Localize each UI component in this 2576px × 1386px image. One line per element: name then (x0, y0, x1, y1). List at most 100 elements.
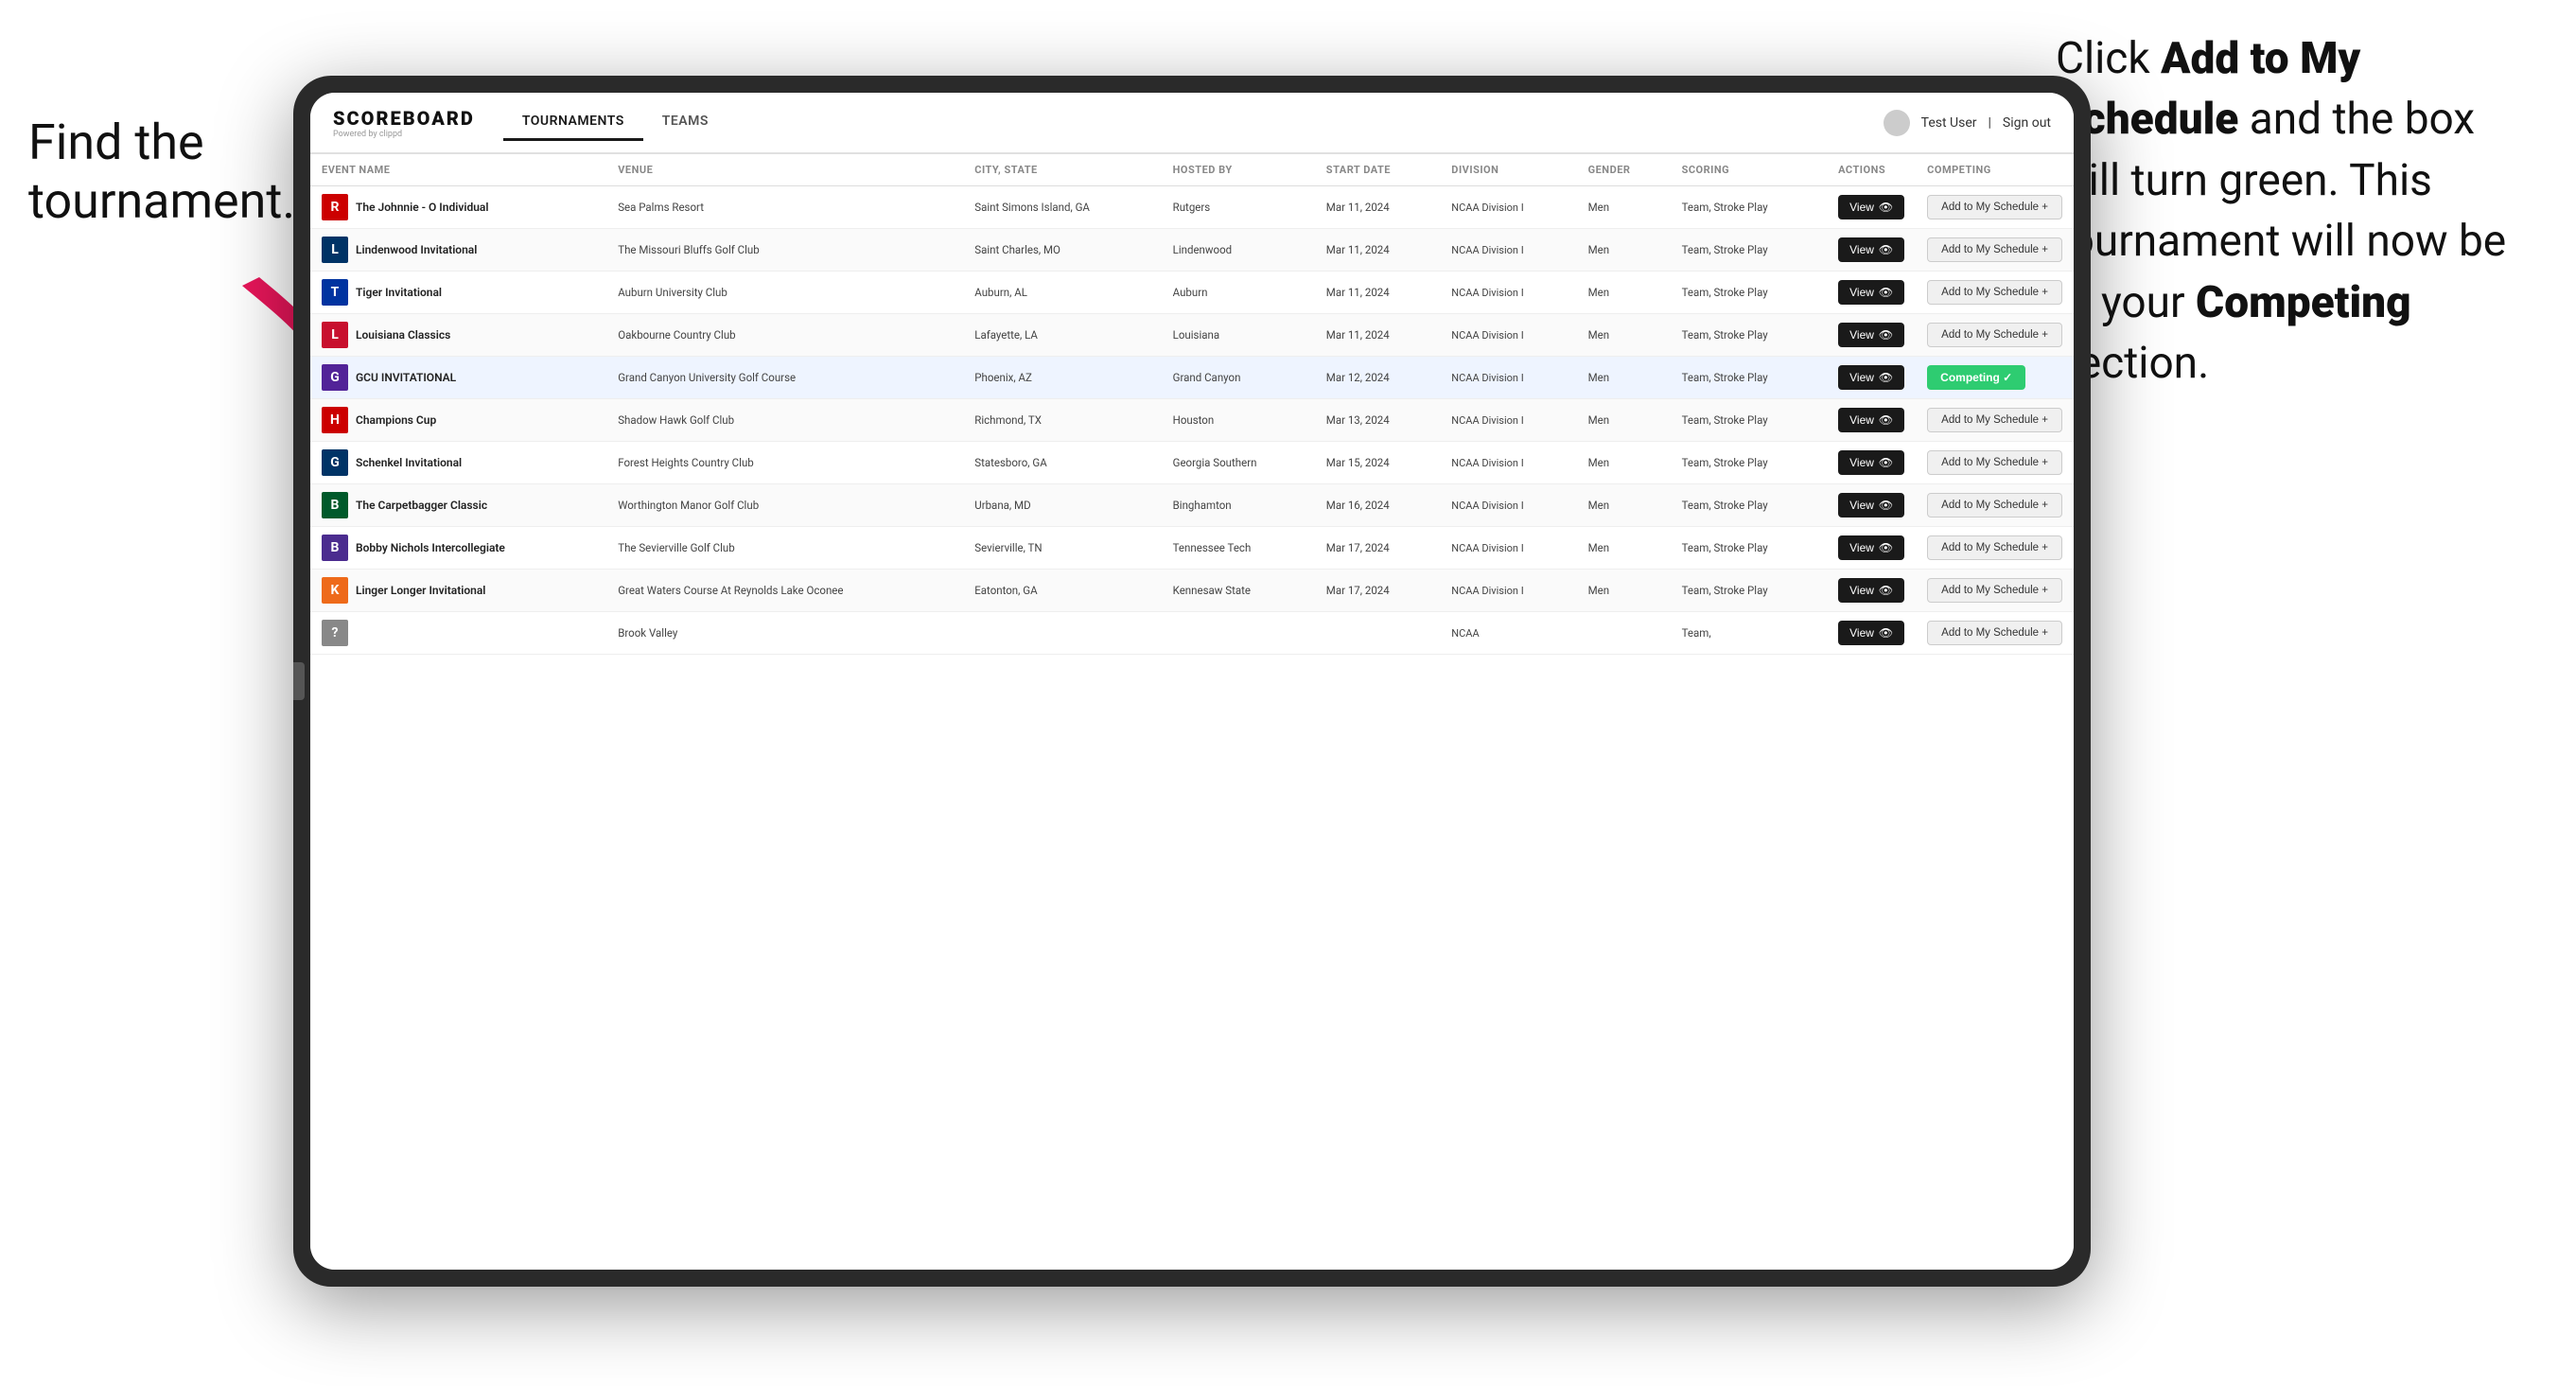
city-state-text: Urbana, MD (974, 499, 1030, 512)
eye-icon: 👁 (1879, 456, 1893, 469)
view-button[interactable]: View 👁 (1838, 195, 1904, 219)
view-button[interactable]: View 👁 (1838, 365, 1904, 390)
city-state-text: Lafayette, LA (974, 328, 1038, 342)
col-event-name: EVENT NAME (310, 154, 606, 186)
start-date-text: Mar 15, 2024 (1326, 456, 1390, 469)
table-row: B Bobby Nichols Intercollegiate The Sevi… (310, 527, 2074, 570)
division-text: NCAA Division I (1451, 414, 1523, 427)
view-button[interactable]: View 👁 (1838, 237, 1904, 262)
city-state-text: Saint Simons Island, GA (974, 201, 1090, 214)
hosted-by-text: Binghamton (1173, 499, 1232, 512)
hosted-by-text: Rutgers (1173, 201, 1211, 214)
view-button[interactable]: View 👁 (1838, 280, 1904, 305)
scoring-text: Team, Stroke Play (1682, 499, 1768, 512)
gender-text: Men (1588, 328, 1610, 342)
event-name-cell: K Linger Longer Invitational (322, 577, 595, 604)
event-name-cell: T Tiger Invitational (322, 279, 595, 306)
event-name-text: GCU INVITATIONAL (356, 371, 456, 384)
eye-icon: 👁 (1879, 626, 1893, 640)
user-label: Test User (1921, 115, 1977, 131)
gender-text: Men (1588, 499, 1610, 512)
add-to-schedule-button[interactable]: Add to My Schedule + (1927, 408, 2062, 432)
city-state-text: Eatonton, GA (974, 584, 1037, 597)
event-name-cell: G Schenkel Invitational (322, 449, 595, 476)
add-to-schedule-button[interactable]: Add to My Schedule + (1927, 237, 2062, 262)
division-text: NCAA Division I (1451, 202, 1523, 214)
gender-text: Men (1588, 456, 1610, 469)
table-row: ? Brook Valley NCAA Team, View 👁 Add to … (310, 612, 2074, 655)
side-toggle-button[interactable] (293, 662, 305, 700)
col-start-date: START DATE (1315, 154, 1441, 186)
city-state-text: Sevierville, TN (974, 541, 1042, 554)
view-button[interactable]: View 👁 (1838, 323, 1904, 347)
start-date-text: Mar 17, 2024 (1326, 584, 1390, 597)
tab-tournaments[interactable]: TOURNAMENTS (503, 104, 643, 141)
tournaments-table: EVENT NAME VENUE CITY, STATE HOSTED BY S… (310, 154, 2074, 655)
event-name-cell: H Champions Cup (322, 407, 595, 433)
col-division: DIVISION (1440, 154, 1576, 186)
hosted-by-text: Tennessee Tech (1173, 541, 1252, 554)
add-to-schedule-button[interactable]: Add to My Schedule + (1927, 450, 2062, 475)
app-logo: SCOREBOARD (333, 107, 475, 130)
add-to-schedule-button[interactable]: Add to My Schedule + (1927, 578, 2062, 603)
event-name-text: Schenkel Invitational (356, 456, 462, 469)
event-name-cell: B The Carpetbagger Classic (322, 492, 595, 518)
col-competing: COMPETING (1916, 154, 2074, 186)
event-name-text: The Carpetbagger Classic (356, 499, 487, 512)
hosted-by-text: Auburn (1173, 286, 1208, 299)
team-logo: T (322, 279, 348, 306)
venue-text: Forest Heights Country Club (618, 456, 754, 469)
team-logo: L (322, 237, 348, 263)
add-to-schedule-button[interactable]: Add to My Schedule + (1927, 535, 2062, 560)
start-date-text: Mar 13, 2024 (1326, 413, 1390, 427)
division-text: NCAA Division I (1451, 329, 1523, 342)
event-name-cell: L Lindenwood Invitational (322, 237, 595, 263)
venue-text: The Sevierville Golf Club (618, 541, 735, 554)
add-to-schedule-button[interactable]: Add to My Schedule + (1927, 280, 2062, 305)
view-button[interactable]: View 👁 (1838, 450, 1904, 475)
scoring-text: Team, Stroke Play (1682, 584, 1768, 597)
table-row: G GCU INVITATIONAL Grand Canyon Universi… (310, 357, 2074, 399)
team-logo: G (322, 449, 348, 476)
start-date-text: Mar 17, 2024 (1326, 541, 1390, 554)
sign-out-link[interactable]: Sign out (2003, 115, 2051, 131)
hosted-by-text: Georgia Southern (1173, 456, 1257, 469)
table-row: K Linger Longer Invitational Great Water… (310, 570, 2074, 612)
competing-button[interactable]: Competing ✓ (1927, 365, 2025, 390)
col-city-state: CITY, STATE (963, 154, 1161, 186)
team-logo: L (322, 322, 348, 348)
venue-text: Worthington Manor Golf Club (618, 499, 759, 512)
col-gender: GENDER (1577, 154, 1671, 186)
eye-icon: 👁 (1879, 371, 1893, 384)
view-button[interactable]: View 👁 (1838, 493, 1904, 518)
event-name-cell: ? (322, 620, 595, 646)
table-row: R The Johnnie - O Individual Sea Palms R… (310, 186, 2074, 229)
city-state-text: Phoenix, AZ (974, 371, 1032, 384)
event-name-text: Louisiana Classics (356, 328, 450, 342)
venue-text: Shadow Hawk Golf Club (618, 413, 734, 427)
add-to-schedule-button[interactable]: Add to My Schedule + (1927, 493, 2062, 518)
powered-by-label: Powered by clippd (333, 130, 475, 139)
event-name-text: Linger Longer Invitational (356, 584, 485, 597)
view-button[interactable]: View 👁 (1838, 621, 1904, 645)
view-button[interactable]: View 👁 (1838, 408, 1904, 432)
add-to-schedule-button[interactable]: Add to My Schedule + (1927, 195, 2062, 219)
division-text: NCAA Division I (1451, 457, 1523, 469)
view-button[interactable]: View 👁 (1838, 535, 1904, 560)
event-name-text: Bobby Nichols Intercollegiate (356, 541, 505, 554)
team-logo: G (322, 364, 348, 391)
start-date-text: Mar 16, 2024 (1326, 499, 1390, 512)
scoring-text: Team, Stroke Play (1682, 456, 1768, 469)
gender-text: Men (1588, 413, 1610, 427)
add-to-schedule-button[interactable]: Add to My Schedule + (1927, 323, 2062, 347)
team-logo: K (322, 577, 348, 604)
eye-icon: 👁 (1879, 243, 1893, 256)
tab-teams[interactable]: TEAMS (643, 104, 727, 141)
table-row: L Louisiana Classics Oakbourne Country C… (310, 314, 2074, 357)
add-to-schedule-button[interactable]: Add to My Schedule + (1927, 621, 2062, 645)
scoring-text: Team, Stroke Play (1682, 541, 1768, 554)
table-row: H Champions Cup Shadow Hawk Golf Club Ri… (310, 399, 2074, 442)
team-logo: B (322, 492, 348, 518)
view-button[interactable]: View 👁 (1838, 578, 1904, 603)
scoring-text: Team, Stroke Play (1682, 328, 1768, 342)
